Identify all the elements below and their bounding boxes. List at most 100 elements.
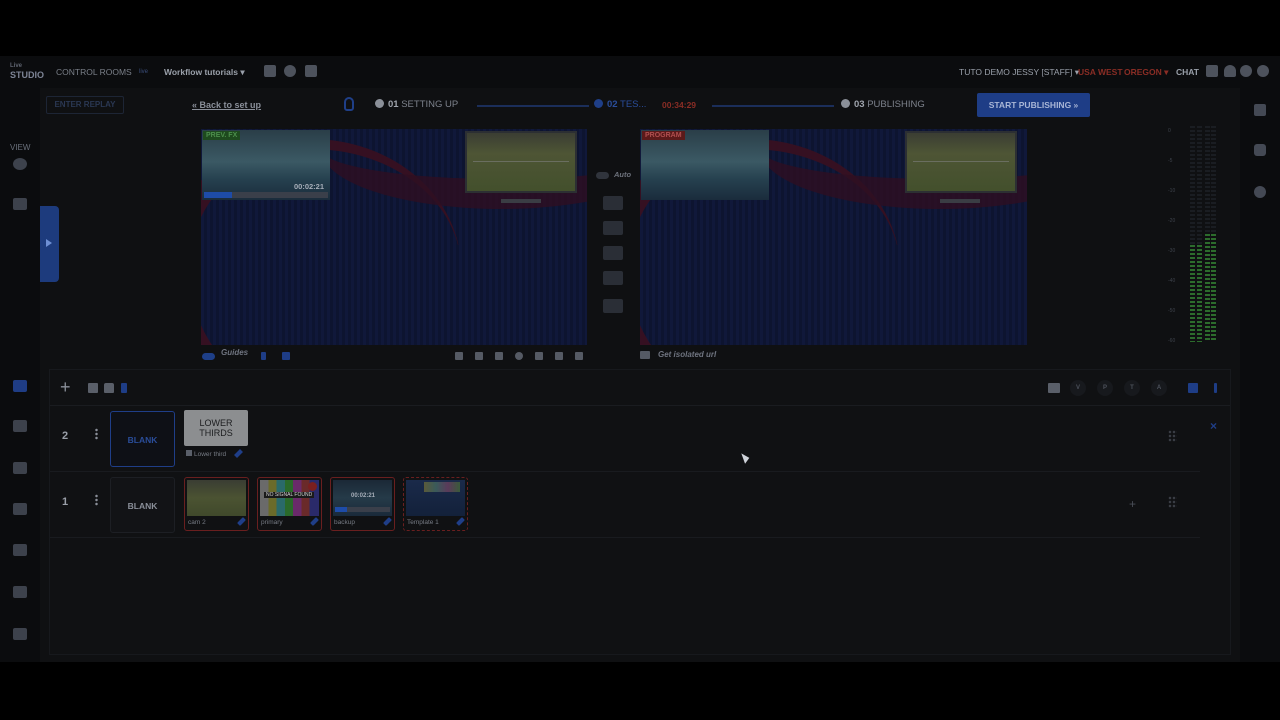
grid-icon[interactable] [305,65,317,77]
layer-menu-icon[interactable] [95,494,98,506]
guides-toggle[interactable] [202,353,215,360]
layout-icon[interactable] [13,198,27,210]
transition-settings-icon[interactable] [603,299,623,313]
clip-cam-2[interactable]: cam 2 [184,477,249,531]
replay-icon[interactable] [515,352,523,360]
add-clip-icon[interactable]: + [1129,497,1136,511]
zone-dropdown[interactable]: OREGON ▾ [1124,67,1168,78]
get-isolated-url-link[interactable]: Get isolated url [658,350,716,359]
subtitles-icon[interactable] [1048,383,1060,393]
skip-forward-icon[interactable] [575,352,583,360]
live-badge: live [139,69,149,75]
graphics-icon[interactable] [13,544,27,556]
program-label: PROGRAM [642,131,685,140]
blank-tile[interactable]: BLANK [110,477,175,533]
back-to-setup-link[interactable]: « Back to set up [192,100,261,110]
enter-replay-button[interactable]: ENTER REPLAY [46,96,124,114]
edit-pencil-icon[interactable] [456,517,465,526]
info-icon[interactable] [1257,65,1269,77]
live-timer: 00:34:29 [662,100,697,110]
preview-monitor[interactable]: 00:02:21 PREV. FX [201,129,587,345]
dashboard-gauge-icon[interactable] [13,158,27,170]
meter-tick-label: -5 [1168,158,1173,164]
step-testing[interactable]: 02 TES... [594,99,646,110]
app-logo[interactable]: Live STUDIO [10,62,46,80]
filter-audio-toggle[interactable]: A [1151,380,1167,396]
step-setting-up[interactable]: 01 SETTING UP [375,99,458,110]
program-monitor[interactable]: PROGRAM [640,129,1027,345]
lower-thirds-tile[interactable]: LOWER THIRDS [184,410,248,446]
guides-label: Guides [221,348,249,357]
signal-icon[interactable] [13,420,27,432]
pause-icon[interactable] [495,352,503,360]
copy-icon[interactable] [1188,383,1198,393]
truck-icon[interactable] [13,586,27,598]
audio-meter-right [1205,126,1210,342]
clip-template-1[interactable]: Template 1 [403,477,468,531]
clip-progress [335,507,390,512]
close-icon[interactable]: × [1210,419,1217,433]
chat-label[interactable]: CHAT [1176,67,1199,77]
edit-pencil-icon[interactable] [383,517,392,526]
meter-tick-label: -30 [1168,248,1176,254]
chat-bubble-icon[interactable] [1254,144,1266,156]
list-icon[interactable] [1254,104,1266,116]
clip-thumbnail [187,480,246,516]
program-pip-thumbnail [905,131,1017,193]
layers-icon[interactable] [282,352,290,360]
globe-icon[interactable] [284,65,296,77]
transition-button[interactable] [603,246,623,260]
step-progress-line [712,105,834,107]
user-icon[interactable] [1224,65,1236,77]
add-image-program-button[interactable] [603,221,623,235]
preview-pip-thumbnail [465,131,577,193]
presentation-icon[interactable] [13,503,27,515]
mixer-icon[interactable] [13,628,27,640]
step-forward-icon[interactable] [555,352,563,360]
link-icon[interactable] [121,383,127,393]
timeline-toolbar: + V P T A [50,370,1230,406]
layer-row-1: 1 BLANK cam 2 NO SIGNAL FOUND primary 00… [50,472,1200,538]
filter-playlist-toggle[interactable]: P [1097,380,1113,396]
auto-toggle[interactable] [596,172,609,179]
workflow-dropdown[interactable]: Workflow tutorials ▾ [164,67,245,78]
stop-icon[interactable] [535,352,543,360]
chat-icon[interactable] [1206,65,1218,77]
add-image-preview-button[interactable] [603,196,623,210]
clip-thumbnail: NO SIGNAL FOUND [260,480,319,516]
monitor-icon[interactable] [640,351,650,359]
step-publishing[interactable]: 03 PUBLISHING [841,99,925,110]
start-publishing-button[interactable]: START PUBLISHING » [977,93,1090,117]
align-icon[interactable] [88,383,98,393]
more-vertical-icon[interactable] [1214,383,1217,393]
drag-handle-icon[interactable] [1168,430,1177,442]
filter-video-toggle[interactable]: V [1070,380,1086,396]
calendar-icon[interactable] [264,65,276,77]
edit-pencil-icon[interactable] [310,517,319,526]
add-layer-icon[interactable]: + [60,378,71,396]
camera-icon[interactable] [13,380,27,392]
preview-label: PREV. FX [203,131,241,140]
lightbulb-icon[interactable] [344,97,354,111]
blank-tile[interactable]: BLANK [110,411,175,467]
phone-view-icon[interactable] [261,352,266,360]
clip-backup[interactable]: 00:02:21 backup [330,477,395,531]
skip-back-icon[interactable] [455,352,463,360]
clip-primary[interactable]: NO SIGNAL FOUND primary [257,477,322,531]
tools-icon[interactable] [13,462,27,474]
clip-caption: backup [334,519,355,526]
layer-menu-icon[interactable] [95,428,98,440]
undo-icon[interactable] [1254,186,1266,198]
filter-template-toggle[interactable]: T [1124,380,1140,396]
edit-pencil-icon[interactable] [234,449,243,458]
user-menu[interactable]: TUTO DEMO JESSY [STAFF] ▾ [959,67,1079,78]
lock-icon[interactable] [104,383,114,393]
gear-icon[interactable] [1240,65,1252,77]
drag-handle-icon[interactable] [1168,496,1177,508]
side-panel-toggle[interactable] [40,206,59,282]
cut-button[interactable] [603,271,623,285]
edit-pencil-icon[interactable] [237,517,246,526]
step-back-icon[interactable] [475,352,483,360]
control-rooms-link[interactable]: CONTROL ROOMS [56,67,132,77]
auto-label: Auto [614,170,632,179]
